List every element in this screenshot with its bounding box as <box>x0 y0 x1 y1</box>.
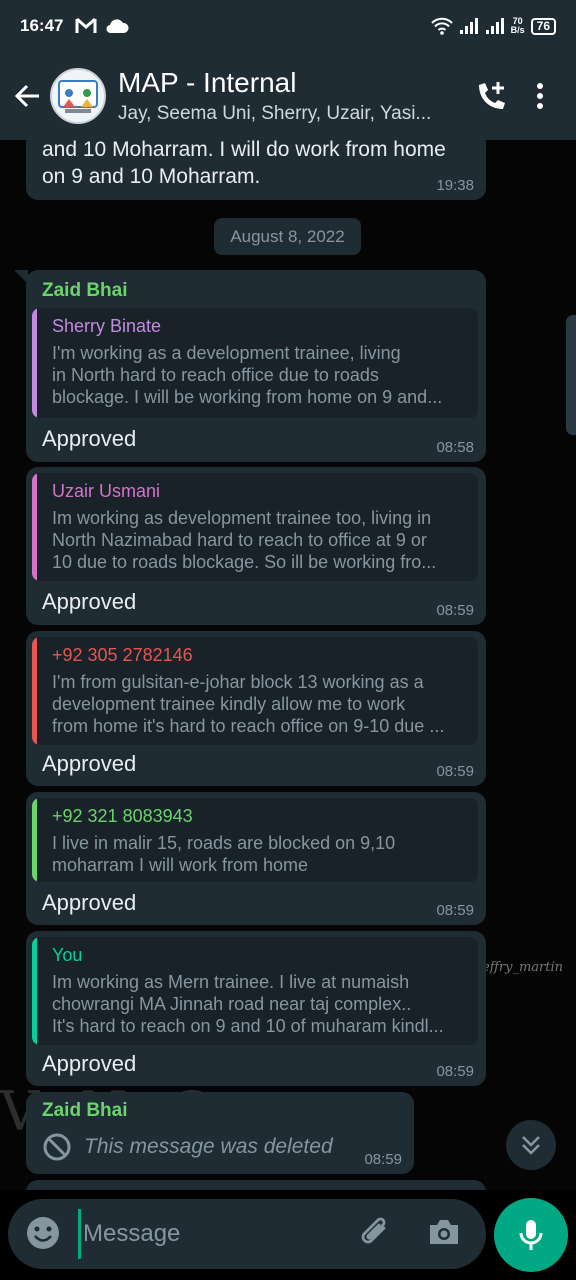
quote-text: I live in malir 15, roads are blocked on… <box>52 833 396 875</box>
quoted-message[interactable]: Sherry Binate I'm working as a developme… <box>32 308 478 418</box>
message-time: 08:59 <box>436 1063 474 1080</box>
double-chevron-down-icon <box>522 1136 540 1155</box>
status-time: 16:47 <box>20 16 64 35</box>
message-bubble[interactable]: +92 305 2782146 I'm from gulsitan-e-joha… <box>26 631 486 786</box>
gmail-icon <box>75 17 97 33</box>
add-call-icon <box>479 82 505 109</box>
message-time: 08:59 <box>364 1151 402 1168</box>
quote-author: Uzair Usmani <box>52 481 161 501</box>
group-title: MAP - Internal <box>118 67 297 98</box>
voice-message-button[interactable] <box>494 1198 568 1272</box>
quoted-message[interactable]: +92 305 2782146 I'm from gulsitan-e-joha… <box>32 637 478 745</box>
message-bubble[interactable]: Uzair Usmani Im working as development t… <box>26 467 486 625</box>
wallpaper-signature: effry_martin <box>482 960 564 975</box>
attach-button[interactable] <box>356 1214 396 1254</box>
arrow-back-icon <box>14 84 39 108</box>
microphone-icon <box>519 1220 543 1250</box>
deleted-row: This message was deleted <box>42 1132 333 1162</box>
sender-name: Zaid Bhai <box>42 1100 128 1121</box>
message-text: Approved <box>42 1051 137 1076</box>
add-call-button[interactable] <box>468 66 516 126</box>
quote-bar <box>32 937 37 1045</box>
camera-button[interactable] <box>426 1214 466 1254</box>
quote-text: I'm from gulsitan-e-johar block 13 worki… <box>52 672 445 736</box>
scroll-to-bottom-button[interactable] <box>506 1120 556 1170</box>
message-bubble[interactable]: +92 321 8083943 I live in malir 15, road… <box>26 792 486 925</box>
message-bubble[interactable] <box>26 1180 486 1190</box>
chat-area[interactable]: V N G effry_martin and 10 Moharram. I wi… <box>0 140 576 1190</box>
quote-author: Sherry Binate <box>52 316 162 336</box>
group-members: Jay, Seema Uni, Sherry, Uzair, Yasi... <box>118 103 432 124</box>
side-panel-handle[interactable] <box>566 315 576 435</box>
quote-author: +92 305 2782146 <box>52 645 193 665</box>
quoted-message[interactable]: Uzair Usmani Im working as development t… <box>32 473 478 581</box>
message-time: 08:58 <box>436 439 474 456</box>
bubble-tail <box>14 270 28 284</box>
camera-icon <box>430 1220 458 1244</box>
date-chip: August 8, 2022 <box>214 218 361 255</box>
emoji-button[interactable] <box>24 1214 64 1254</box>
quote-bar <box>32 308 37 418</box>
signal-icon-1 <box>459 18 478 34</box>
more-options-button[interactable] <box>516 66 564 126</box>
message-bubble[interactable]: and 10 Moharram. I will do work from hom… <box>26 140 486 200</box>
more-vert-icon <box>537 83 543 109</box>
message-text: and 10 Moharram. I will do work from hom… <box>42 140 446 188</box>
message-text: Approved <box>42 751 137 776</box>
quoted-message[interactable]: You Im working as Mern trainee. I live a… <box>32 937 478 1045</box>
message-text: Approved <box>42 589 137 614</box>
message-time: 08:59 <box>436 602 474 619</box>
status-bar: 16:47 70 B/s 76 <box>0 0 576 52</box>
back-button[interactable] <box>4 52 50 140</box>
quote-author: +92 321 8083943 <box>52 806 193 826</box>
quote-text: I'm working as a development trainee, li… <box>52 343 443 407</box>
quote-author: You <box>52 945 83 965</box>
quote-text: Im working as Mern trainee. I live at nu… <box>52 972 444 1036</box>
deleted-text: This message was deleted <box>84 1135 333 1158</box>
message-text: Approved <box>42 890 137 915</box>
cloud-icon <box>106 19 130 34</box>
message-bubble[interactable]: You Im working as Mern trainee. I live a… <box>26 931 486 1086</box>
message-input[interactable] <box>78 1209 328 1259</box>
composer-pill <box>8 1199 486 1269</box>
message-time: 08:59 <box>436 763 474 780</box>
blocked-icon <box>43 1133 71 1161</box>
sender-name: Zaid Bhai <box>42 280 128 301</box>
paperclip-icon <box>361 1217 386 1244</box>
emoji-icon <box>27 1217 59 1249</box>
group-avatar[interactable] <box>50 68 106 124</box>
composer-bar <box>0 1190 576 1280</box>
wifi-icon <box>430 17 453 35</box>
deleted-message-bubble[interactable]: Zaid Bhai This message was deleted 08:59 <box>26 1092 414 1174</box>
message-time: 08:59 <box>436 902 474 919</box>
chat-header: MAP - Internal Jay, Seema Uni, Sherry, U… <box>0 52 576 140</box>
quote-bar <box>32 637 37 745</box>
group-avatar-image <box>58 80 98 113</box>
quote-bar <box>32 798 37 882</box>
net-speed: 70 B/s <box>510 16 525 35</box>
signal-icon-2 <box>485 18 504 34</box>
message-bubble[interactable]: Zaid Bhai Sherry Binate I'm working as a… <box>14 270 486 462</box>
quote-text: Im working as development trainee too, l… <box>52 508 437 572</box>
chat-title-block[interactable]: MAP - Internal Jay, Seema Uni, Sherry, U… <box>118 67 448 125</box>
quote-bar <box>32 473 37 581</box>
message-time: 19:38 <box>436 177 474 194</box>
message-text: Approved <box>42 426 137 451</box>
quoted-message[interactable]: +92 321 8083943 I live in malir 15, road… <box>32 798 478 882</box>
battery-indicator: 76 <box>530 17 556 35</box>
